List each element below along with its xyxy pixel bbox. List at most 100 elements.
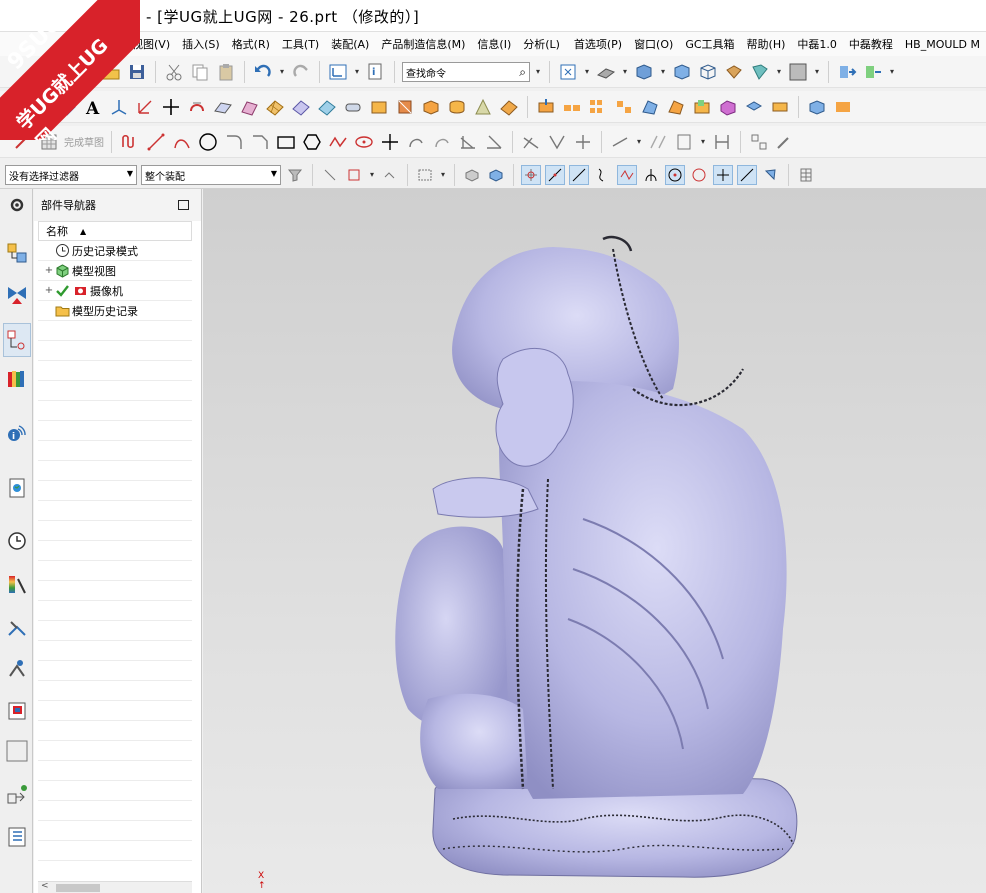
quick-trim-icon[interactable] xyxy=(457,131,479,153)
convert-dropdown-icon[interactable]: ▾ xyxy=(699,137,707,146)
snap-arc-center-icon[interactable] xyxy=(665,164,685,185)
tree-item-model-views[interactable]: + 模型视图 xyxy=(38,261,192,281)
sketch-settings-icon[interactable] xyxy=(748,131,770,153)
snap-line-icon[interactable] xyxy=(569,164,589,185)
synchronous-icon[interactable] xyxy=(832,96,854,118)
view-transform-dropdown-icon[interactable]: ▾ xyxy=(888,67,896,76)
wireframe-cube-icon[interactable] xyxy=(697,61,719,83)
type-filter-select[interactable]: 没有选择过滤器 ▼ xyxy=(5,164,137,185)
offset-face-icon[interactable] xyxy=(743,96,765,118)
menu-help[interactable]: 帮助(H) xyxy=(741,36,792,52)
system-materials-icon[interactable] xyxy=(5,573,29,597)
ruled-surface-icon[interactable] xyxy=(212,96,234,118)
revolve-icon[interactable] xyxy=(394,96,416,118)
wcs-dropdown-icon[interactable]: ▾ xyxy=(353,67,361,76)
blank-panel-icon[interactable] xyxy=(5,739,29,763)
open-folder-icon[interactable] xyxy=(100,61,122,83)
cylinder-icon[interactable] xyxy=(446,96,468,118)
manufacturing-wizard-icon[interactable] xyxy=(5,657,29,681)
tube-icon[interactable] xyxy=(342,96,364,118)
sketch-tools-icon[interactable] xyxy=(774,131,796,153)
datum-csys-icon[interactable] xyxy=(108,96,130,118)
snap-point-on-face-icon[interactable] xyxy=(761,165,781,185)
roles-icon[interactable] xyxy=(5,699,29,723)
section-dropdown-icon[interactable]: ▾ xyxy=(775,67,783,76)
face-edges-icon[interactable] xyxy=(723,61,745,83)
checkmark-icon[interactable] xyxy=(54,283,70,299)
menu-info[interactable]: 信息(I) xyxy=(471,36,517,52)
fit-view-icon[interactable] xyxy=(557,61,579,83)
selection-mode-dropdown-icon[interactable]: ▾ xyxy=(439,170,447,179)
chamfer-sketch-icon[interactable] xyxy=(249,131,271,153)
rectangle-select-icon[interactable] xyxy=(415,165,435,185)
point-icon[interactable] xyxy=(160,96,182,118)
dimension-dropdown-icon[interactable]: ▾ xyxy=(635,137,643,146)
studio-surface-icon[interactable] xyxy=(290,96,312,118)
maximize-panel-icon[interactable] xyxy=(178,200,189,210)
select-body-icon[interactable] xyxy=(462,165,482,185)
menu-hb-mould[interactable]: HB_MOULD M xyxy=(899,38,986,51)
rendering-style-icon[interactable] xyxy=(595,61,617,83)
save-icon[interactable] xyxy=(126,61,148,83)
shell-icon[interactable] xyxy=(691,96,713,118)
chamfer-icon[interactable] xyxy=(639,96,661,118)
snap-point-on-curve-icon[interactable] xyxy=(737,164,757,185)
subtract-icon[interactable] xyxy=(561,96,583,118)
selection-scope-select[interactable]: 整个装配 ▼ xyxy=(141,164,281,185)
tree-item-history-mode[interactable]: 历史记录模式 xyxy=(38,241,192,261)
snap-control-point-icon[interactable] xyxy=(617,164,637,185)
cut-icon[interactable] xyxy=(163,61,185,83)
move-component-icon[interactable] xyxy=(5,783,29,807)
menu-zhonglei[interactable]: 中磊1.0 xyxy=(791,36,843,52)
pattern-icon[interactable] xyxy=(587,96,609,118)
undo-dropdown-icon[interactable]: ▾ xyxy=(278,67,286,76)
relations-icon[interactable] xyxy=(711,131,733,153)
rectangle-icon[interactable] xyxy=(275,131,297,153)
reuse-library-icon[interactable] xyxy=(5,367,29,391)
helix-icon[interactable] xyxy=(186,96,208,118)
command-search-input[interactable]: 查找命令 ⌕ xyxy=(402,61,530,82)
datum-axis-icon[interactable] xyxy=(134,96,156,118)
sketch-grid-icon[interactable] xyxy=(38,131,60,153)
snap-intersection-icon[interactable] xyxy=(641,165,661,185)
select-dropdown-icon[interactable]: ▾ xyxy=(368,170,376,179)
section-view-icon[interactable] xyxy=(749,61,771,83)
web-browser-icon[interactable] xyxy=(5,476,29,500)
sphere-icon[interactable] xyxy=(498,96,520,118)
undo-icon[interactable] xyxy=(252,61,274,83)
finish-sketch-label[interactable]: 完成草图 xyxy=(64,134,104,149)
search-icon[interactable]: ⌕ xyxy=(519,65,526,80)
cone-icon[interactable] xyxy=(472,96,494,118)
menu-pmi[interactable]: 产品制造信息(M) xyxy=(375,36,471,52)
datum-plane-icon[interactable] xyxy=(56,96,78,118)
polygon-icon[interactable] xyxy=(301,131,323,153)
studio-spline-icon[interactable] xyxy=(327,131,349,153)
scrollbar-thumb[interactable] xyxy=(56,884,100,892)
swept-icon[interactable] xyxy=(316,96,338,118)
mesh-surface-icon[interactable] xyxy=(264,96,286,118)
menu-tools[interactable]: 工具(T) xyxy=(276,36,325,52)
menu-gc-toolkit[interactable]: GC工具箱 xyxy=(679,36,740,52)
line-icon[interactable] xyxy=(145,131,167,153)
part-navigator-icon[interactable] xyxy=(3,323,31,357)
toolbar-options-icon[interactable]: ▾ xyxy=(534,67,542,76)
auto-constrain-icon[interactable] xyxy=(572,131,594,153)
through-curves-icon[interactable] xyxy=(238,96,260,118)
shaded-cube-icon[interactable] xyxy=(633,61,655,83)
sketch-icon[interactable] xyxy=(12,131,34,153)
pattern-curve-icon[interactable] xyxy=(431,131,453,153)
block-icon[interactable] xyxy=(420,96,442,118)
extrude-icon[interactable] xyxy=(368,96,390,118)
copy-icon[interactable] xyxy=(189,61,211,83)
offset-curve-icon[interactable] xyxy=(405,131,427,153)
fit-view-dropdown-icon[interactable]: ▾ xyxy=(583,67,591,76)
replace-face-icon[interactable] xyxy=(806,96,828,118)
snap-endpoint-icon[interactable] xyxy=(521,164,541,185)
arc-icon[interactable] xyxy=(171,131,193,153)
rapid-dimension-icon[interactable] xyxy=(609,131,631,153)
menu-window[interactable]: 窗口(O) xyxy=(628,36,679,52)
assembly-navigator-icon[interactable] xyxy=(5,241,29,265)
process-studio-icon[interactable] xyxy=(5,617,29,641)
snap-grid-icon[interactable] xyxy=(796,165,816,185)
menu-zhonglei-tutorial[interactable]: 中磊教程 xyxy=(843,36,899,52)
